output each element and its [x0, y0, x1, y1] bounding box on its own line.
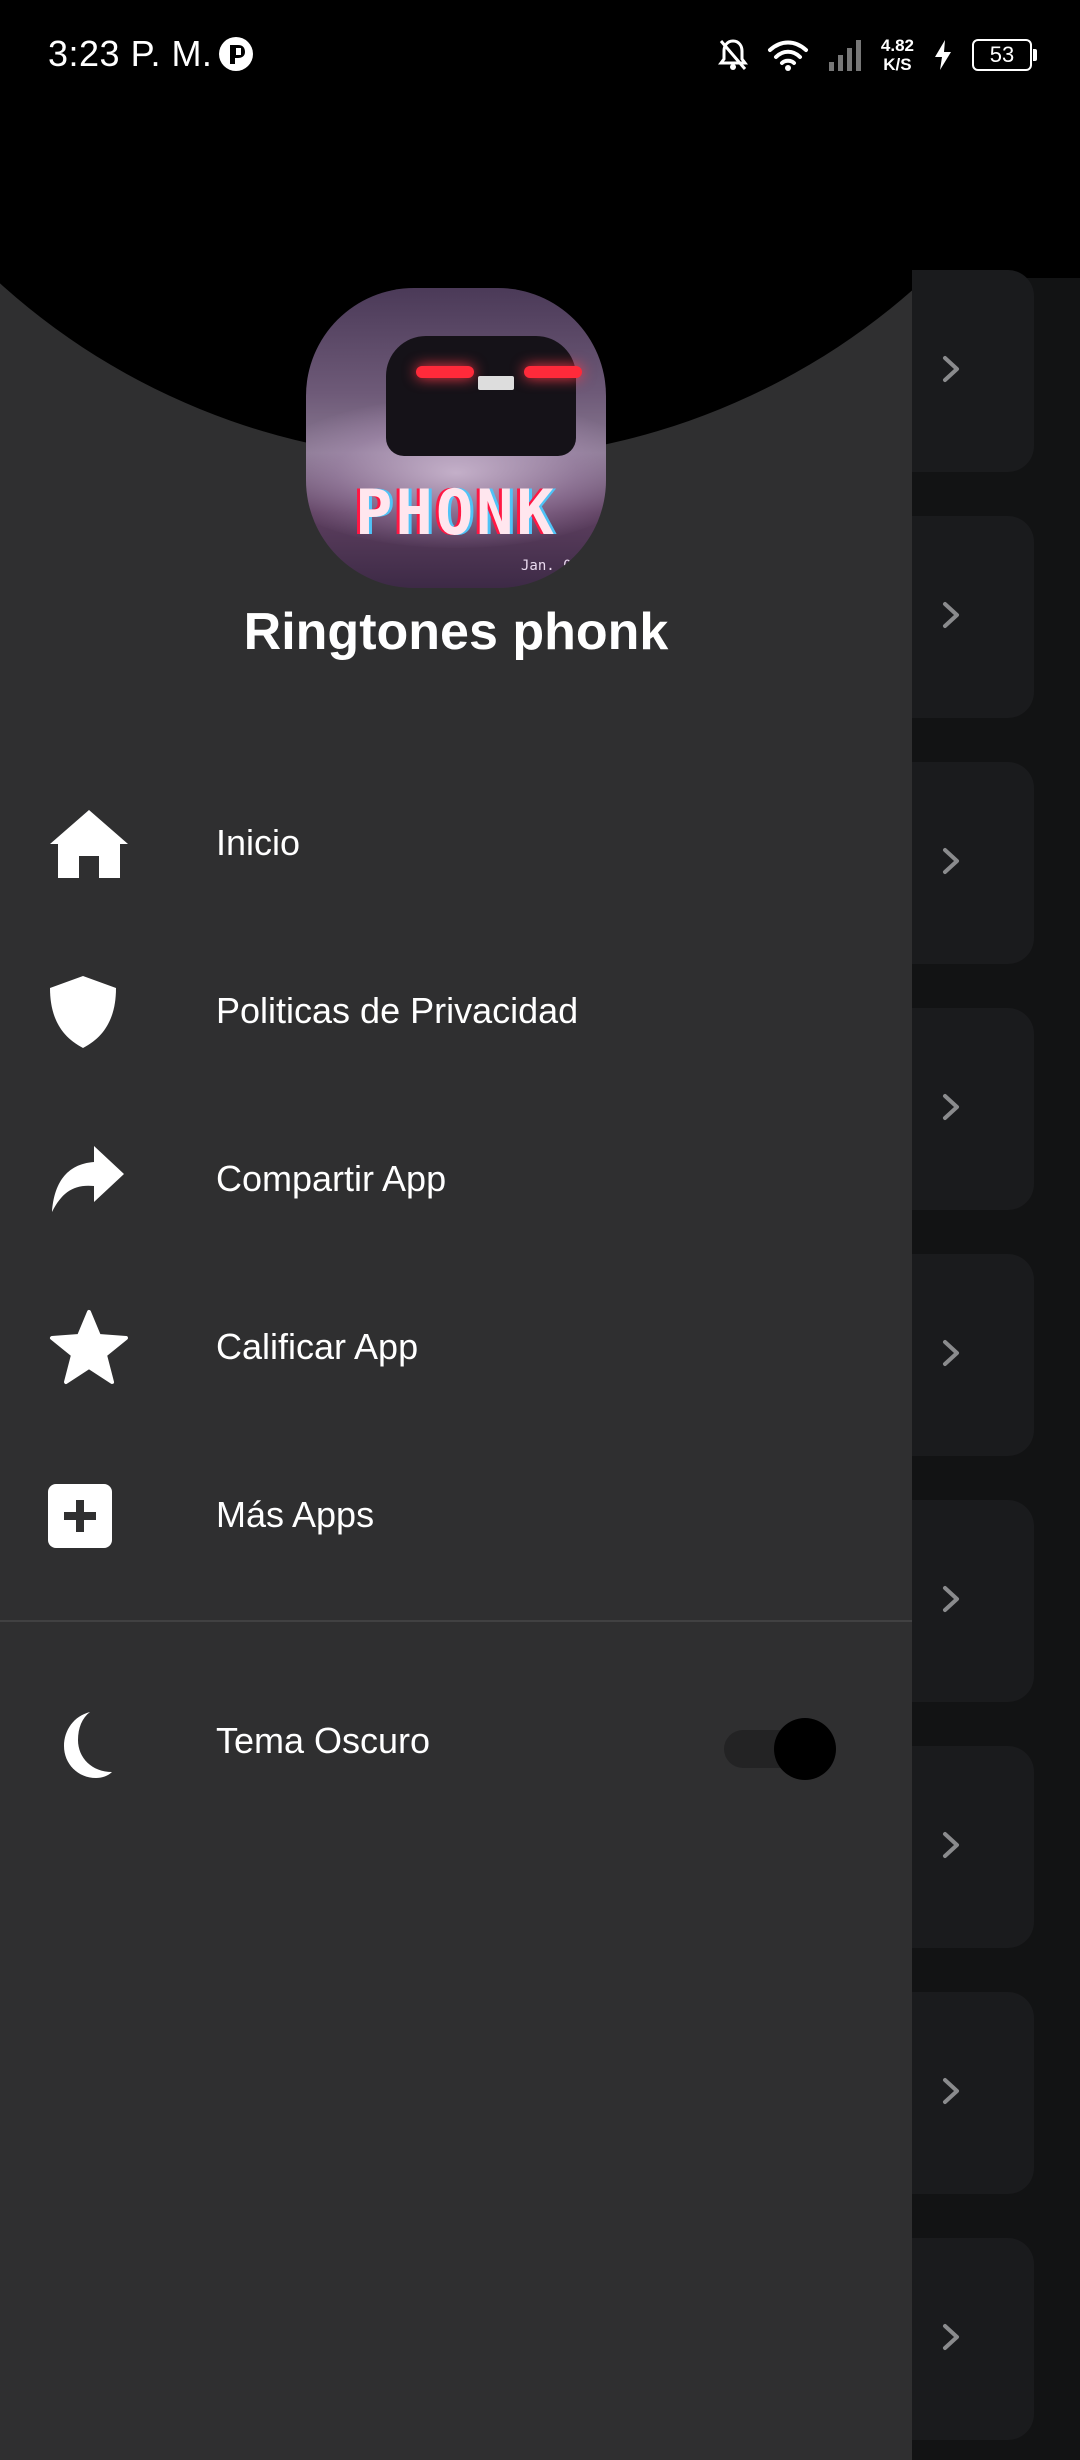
network-speed-value: 4.82 [880, 36, 914, 55]
menu-divider [0, 1620, 912, 1622]
menu-item-label: Compartir App [216, 1158, 447, 1199]
menu-item-label: Inicio [216, 822, 301, 863]
logo-word: PHONK [355, 476, 557, 549]
chevron-right-icon [936, 846, 966, 876]
app-notification-icon [218, 36, 254, 72]
logo-tail-light-right [524, 366, 582, 378]
status-time: 3:23 P. M. [48, 33, 213, 74]
dark-theme-label: Tema Oscuro [216, 1720, 431, 1761]
toggle-thumb [774, 1718, 836, 1780]
wifi-icon [767, 38, 809, 72]
chevron-right-icon [936, 354, 966, 384]
moon-icon [46, 1706, 126, 1786]
plus-square-icon [46, 1472, 132, 1558]
dark-theme-toggle[interactable] [724, 1718, 836, 1780]
star-icon [46, 1304, 132, 1390]
app-name: Ringtones phonk [243, 603, 669, 661]
menu-item-privacidad[interactable]: Politicas de Privacidad [0, 936, 912, 1086]
status-icons: 4.82 K/S 53 [717, 30, 1037, 80]
menu-item-label: Calificar App [216, 1326, 419, 1367]
chevron-right-icon [936, 1830, 966, 1860]
menu-item-label: Politicas de Privacidad [216, 990, 579, 1031]
menu-item-inicio[interactable]: Inicio [0, 768, 912, 918]
chevron-right-icon [936, 1584, 966, 1614]
dark-theme-row[interactable]: Tema Oscuro [0, 1666, 912, 1816]
chevron-right-icon [936, 2076, 966, 2106]
chevron-right-icon [936, 600, 966, 630]
menu-item-compartir[interactable]: Compartir App [0, 1104, 912, 1254]
signal-icon [827, 38, 863, 72]
network-speed-unit: K/S [883, 55, 912, 74]
chevron-right-icon [936, 1092, 966, 1122]
logo-car [386, 336, 576, 456]
battery-icon: 53 [972, 39, 1037, 71]
navigation-drawer: PHONK Jan. 01 Ringtones phonk Inicio Pol… [0, 0, 912, 2460]
logo-date: Jan. 01 [520, 558, 580, 574]
chevron-right-icon [936, 1338, 966, 1368]
charging-icon [932, 38, 954, 72]
logo-tail-light-left [416, 366, 474, 378]
app-logo: PHONK Jan. 01 [306, 288, 606, 588]
shield-icon [46, 968, 132, 1054]
bell-off-icon [717, 37, 749, 73]
share-icon [46, 1136, 132, 1222]
menu-item-mas-apps[interactable]: Más Apps [0, 1440, 912, 1590]
network-speed: 4.82 K/S [881, 36, 914, 74]
menu-item-label: Más Apps [216, 1494, 375, 1535]
status-bar: 3:23 P. M. 4.82 K/S 53 [0, 0, 1080, 110]
logo-plate [478, 376, 514, 390]
menu-item-calificar[interactable]: Calificar App [0, 1272, 912, 1422]
home-icon [46, 800, 132, 886]
chevron-right-icon [936, 2322, 966, 2352]
